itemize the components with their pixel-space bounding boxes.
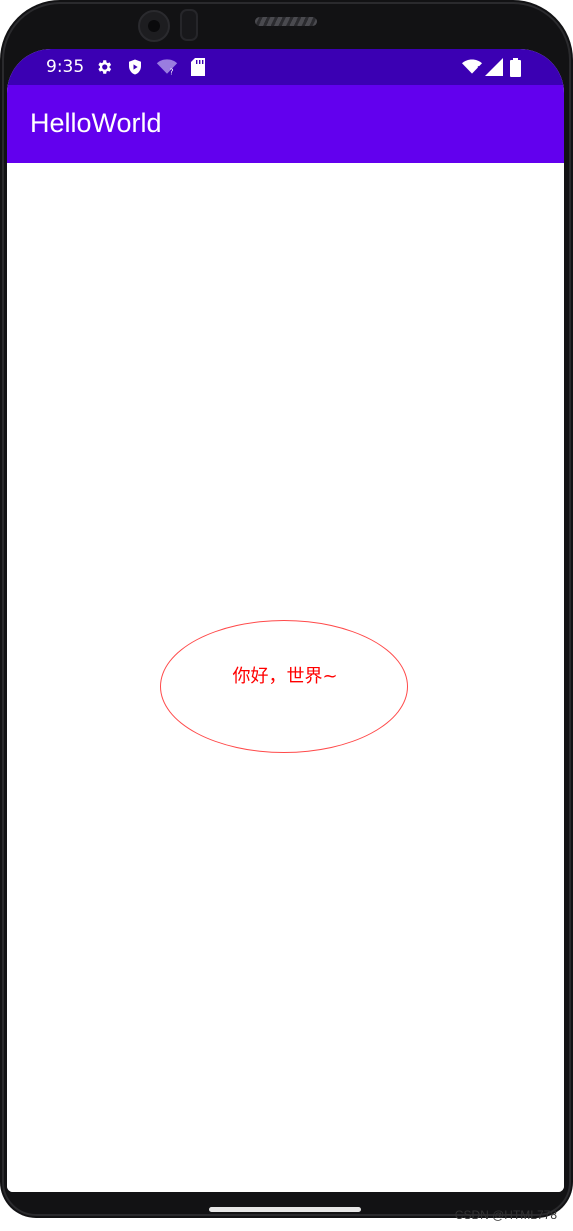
sd-card-icon [191,58,205,80]
proximity-sensor-icon [180,9,198,41]
status-time: 9:35 [46,57,85,77]
status-bar: 9:35 ? [7,49,564,85]
signal-icon [485,58,503,80]
greeting-oval: 你好，世界~ [160,620,408,753]
home-gesture-handle[interactable] [209,1207,361,1212]
greeting-text: 你好，世界~ [232,666,338,687]
app-title: HelloWorld [30,108,162,138]
svg-text:?: ? [170,68,174,76]
wifi-question-icon: ? [156,58,178,80]
front-camera-icon [138,10,170,42]
app-bar: HelloWorld [7,85,564,163]
content-area: 你好，世界~ [7,163,564,1192]
battery-icon [510,58,521,81]
phone-screen: 9:35 ? HelloWorld 你好，世界~ [7,49,564,1192]
device-screenshot: 9:35 ? HelloWorld 你好，世界~ CSDN @HTML778 [0,0,573,1231]
gear-icon [95,58,113,80]
earpiece-speaker-icon [255,17,317,26]
wifi-icon [462,58,482,80]
watermark: CSDN @HTML778 [454,1208,557,1222]
shield-play-icon [126,58,144,80]
